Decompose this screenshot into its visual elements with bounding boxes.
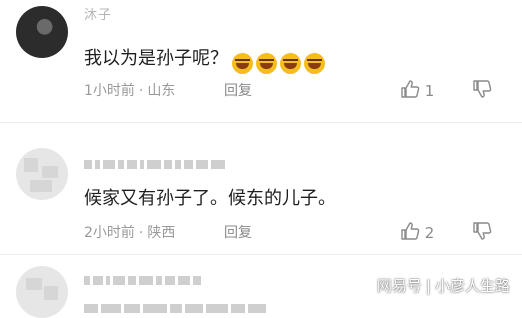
thumbs-up-icon <box>401 222 420 240</box>
comment-meta: 2小时前 · 陕西 <box>84 222 175 242</box>
reply-button[interactable]: 回复 <box>224 80 252 100</box>
thumbs-down-icon <box>473 80 492 98</box>
avatar[interactable] <box>16 266 68 318</box>
thumbs-up-icon <box>401 80 420 98</box>
comment-text: 我以为是孙子呢？ <box>84 48 228 69</box>
laughing-tears-emoji-icon <box>256 52 277 74</box>
like-count: 2 <box>424 224 435 242</box>
comment-divider <box>0 122 522 123</box>
watermark-author: 小彦人生路 <box>434 277 510 295</box>
comment-item: 沐子 我以为是孙子呢？ 1小时前 · 山东 回复 1 <box>0 0 522 146</box>
comment-content: 我以为是孙子呢？ <box>84 44 328 74</box>
laughing-tears-emoji-icon <box>280 52 301 74</box>
laughing-tears-emoji-icon <box>232 52 253 74</box>
comment-divider <box>0 254 522 255</box>
comment-content: 候家又有孙子了。候东的儿子。 <box>84 188 336 209</box>
comment-item: 候家又有孙子了。候东的儿子。 2小时前 · 陕西 回复 2 <box>0 140 522 260</box>
watermark-divider: | <box>425 277 431 295</box>
username-blur-mask <box>84 154 228 169</box>
watermark: 网易号 | 小彦人生路 <box>377 275 510 296</box>
avatar[interactable] <box>16 148 68 200</box>
comment-location: 山东 <box>147 83 176 99</box>
meta-separator: · <box>138 83 144 99</box>
like-button[interactable]: 2 <box>400 221 434 242</box>
dislike-button[interactable] <box>472 221 492 242</box>
watermark-brand: 网易号 <box>376 277 422 295</box>
comment-location: 陕西 <box>147 225 176 241</box>
comment-meta: 1小时前 · 山东 <box>84 80 175 100</box>
laughing-tears-emoji-icon <box>304 52 325 74</box>
content-blur-mask <box>84 298 269 313</box>
avatar[interactable] <box>16 6 68 58</box>
username-blur-mask <box>84 270 204 285</box>
dislike-button[interactable] <box>472 79 492 100</box>
comment-time: 1小时前 <box>84 83 135 99</box>
like-button[interactable]: 1 <box>400 79 434 100</box>
like-count: 1 <box>424 82 435 100</box>
thumbs-down-icon <box>473 222 492 240</box>
reply-button[interactable]: 回复 <box>224 222 252 242</box>
meta-separator: · <box>138 225 144 241</box>
comment-username[interactable]: 沐子 <box>84 4 112 23</box>
emoji-group <box>232 52 328 74</box>
comment-time: 2小时前 <box>84 225 135 241</box>
